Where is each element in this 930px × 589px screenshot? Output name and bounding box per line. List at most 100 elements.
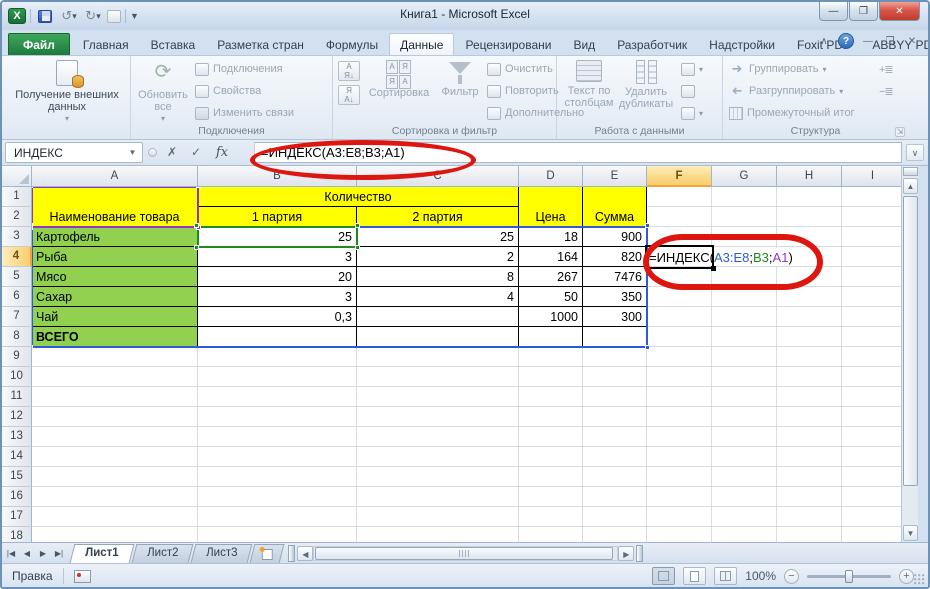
scroll-up-icon[interactable]: ▲ xyxy=(903,178,918,194)
tab-файл[interactable]: Файл xyxy=(8,33,70,55)
name-box-dropdown-icon[interactable]: ▼ xyxy=(125,145,140,160)
tab-scrollbar-splitter[interactable] xyxy=(288,545,295,562)
column-header-A[interactable]: A xyxy=(32,166,198,187)
horizontal-scrollbar[interactable]: ◀ ▶ xyxy=(297,545,634,562)
cell-C6[interactable]: 4 xyxy=(356,286,519,307)
what-if-analysis-button[interactable]: ▾ xyxy=(681,104,703,122)
zoom-slider-thumb[interactable] xyxy=(845,570,853,583)
connections-button[interactable]: Подключения xyxy=(195,60,283,78)
properties-button[interactable]: Свойства xyxy=(195,82,261,100)
page-layout-view-button[interactable] xyxy=(683,567,706,585)
formula-input[interactable]: =ИНДЕКС(A3:E8;B3;A1) xyxy=(254,142,902,163)
cell-D1[interactable]: Цена xyxy=(518,187,583,227)
vertical-scroll-thumb[interactable] xyxy=(903,196,918,486)
normal-view-button[interactable] xyxy=(652,567,675,585)
cells-area[interactable]: Наименование товараКоличество1 партия2 п… xyxy=(32,187,904,542)
cell-B5[interactable]: 20 xyxy=(197,266,357,287)
split-box[interactable] xyxy=(903,167,918,176)
edit-cell-handle[interactable] xyxy=(711,266,716,271)
row-header-6[interactable]: 6 xyxy=(2,287,32,307)
cell-A6[interactable]: Сахар xyxy=(32,286,198,307)
minimize-button[interactable]: — xyxy=(819,2,848,21)
row-header-1[interactable]: 1 xyxy=(2,187,32,207)
row-header-17[interactable]: 17 xyxy=(2,507,32,527)
cell-A7[interactable]: Чай xyxy=(32,306,198,327)
cell-B6[interactable]: 3 xyxy=(197,286,357,307)
tab-главная[interactable]: Главная xyxy=(72,33,140,55)
cell-D6[interactable]: 50 xyxy=(518,286,583,307)
filter-button[interactable]: Фильтр xyxy=(437,58,483,98)
zoom-slider[interactable] xyxy=(807,575,891,578)
tab-надстройки[interactable]: Надстройки xyxy=(698,33,786,55)
zoom-out-icon[interactable]: − xyxy=(784,569,799,584)
consolidate-button[interactable] xyxy=(681,82,695,100)
zoom-level[interactable]: 100% xyxy=(745,569,776,583)
cell-E4[interactable]: 820 xyxy=(582,246,647,267)
range-handle[interactable] xyxy=(645,223,650,228)
next-sheet-icon[interactable]: ▶ xyxy=(36,546,50,561)
collapse-ribbon-icon[interactable]: ∧ xyxy=(816,36,832,47)
cell-D4[interactable]: 164 xyxy=(518,246,583,267)
cancel-icon[interactable]: ✗ xyxy=(162,143,182,162)
resize-grip[interactable] xyxy=(914,574,926,586)
cell-C2[interactable]: 2 партия xyxy=(356,206,519,227)
row-header-12[interactable]: 12 xyxy=(2,407,32,427)
remove-duplicates-button[interactable]: Удалить дубликаты xyxy=(617,58,675,110)
cell-E1[interactable]: Сумма xyxy=(582,187,647,227)
tab-формулы[interactable]: Формулы xyxy=(315,33,389,55)
range-handle[interactable] xyxy=(32,345,33,350)
clear-filter-button[interactable]: Очистить xyxy=(487,60,553,78)
zoom-in-icon[interactable]: + xyxy=(899,569,914,584)
refresh-all-button[interactable]: ⟳ Обновить все ▾ xyxy=(137,58,189,125)
sort-button[interactable]: АЯЯА Сортировка xyxy=(363,58,435,99)
cell-D7[interactable]: 1000 xyxy=(518,306,583,327)
cell-D5[interactable]: 267 xyxy=(518,266,583,287)
column-header-D[interactable]: D xyxy=(519,166,583,187)
row-header-10[interactable]: 10 xyxy=(2,367,32,387)
cell-A8[interactable]: ВСЕГО xyxy=(32,326,198,347)
cell-E8[interactable] xyxy=(582,326,647,347)
tab-вставка[interactable]: Вставка xyxy=(140,33,207,55)
sheet-tab-лист3[interactable]: Лист3 xyxy=(191,544,253,563)
show-detail-button[interactable]: +≣ xyxy=(879,60,893,78)
text-to-columns-button[interactable]: Текст по столбцам xyxy=(561,58,617,109)
range-handle[interactable] xyxy=(194,245,199,250)
reapply-button[interactable]: Повторить xyxy=(487,82,559,100)
edit-links-button[interactable]: Изменить связи xyxy=(195,104,294,122)
insert-function-icon[interactable]: fx xyxy=(212,143,232,162)
column-header-G[interactable]: G xyxy=(712,166,777,187)
data-validation-button[interactable]: ▾ xyxy=(681,60,703,78)
horizontal-scroll-track[interactable] xyxy=(313,546,618,561)
last-sheet-icon[interactable]: ▶| xyxy=(52,546,66,561)
tab-рецензировани[interactable]: Рецензировани xyxy=(454,33,562,55)
row-header-2[interactable]: 2 xyxy=(2,207,32,227)
column-header-I[interactable]: I xyxy=(842,166,904,187)
close-button[interactable]: ✕ xyxy=(879,2,920,21)
subtotal-button[interactable]: Промежуточный итог xyxy=(729,104,855,122)
range-handle[interactable] xyxy=(194,223,199,228)
workbook-restore-icon[interactable]: ❐ xyxy=(882,36,898,47)
cell-D8[interactable] xyxy=(518,326,583,347)
vertical-scrollbar[interactable]: ▲ ▼ xyxy=(901,166,918,542)
cell-A1[interactable]: Наименование товара xyxy=(32,187,198,227)
sort-descending-icon[interactable]: ЯА↓ xyxy=(338,85,360,105)
formula-bar-splitter[interactable] xyxy=(148,148,157,157)
help-icon[interactable]: ? xyxy=(838,33,854,49)
cell-C4[interactable]: 2 xyxy=(356,246,519,267)
range-handle[interactable] xyxy=(645,345,650,350)
column-header-F[interactable]: F xyxy=(647,166,712,187)
expand-formula-bar-icon[interactable]: ∨ xyxy=(906,144,924,161)
cell-B4[interactable]: 3 xyxy=(197,246,357,267)
group-button[interactable]: ➜ Группировать▾ xyxy=(729,60,827,78)
sheet-tab-лист2[interactable]: Лист2 xyxy=(131,544,193,563)
cell-A4[interactable]: Рыба xyxy=(32,246,198,267)
hide-detail-button[interactable]: −≣ xyxy=(879,82,893,100)
scrollbar-end-splitter[interactable] xyxy=(636,545,643,562)
tab-вид[interactable]: Вид xyxy=(562,33,606,55)
scroll-right-icon[interactable]: ▶ xyxy=(618,546,634,561)
first-sheet-icon[interactable]: |◀ xyxy=(4,546,18,561)
row-header-15[interactable]: 15 xyxy=(2,467,32,487)
row-header-14[interactable]: 14 xyxy=(2,447,32,467)
cell-B8[interactable] xyxy=(197,326,357,347)
sort-ascending-icon[interactable]: АЯ↓ xyxy=(338,61,360,81)
